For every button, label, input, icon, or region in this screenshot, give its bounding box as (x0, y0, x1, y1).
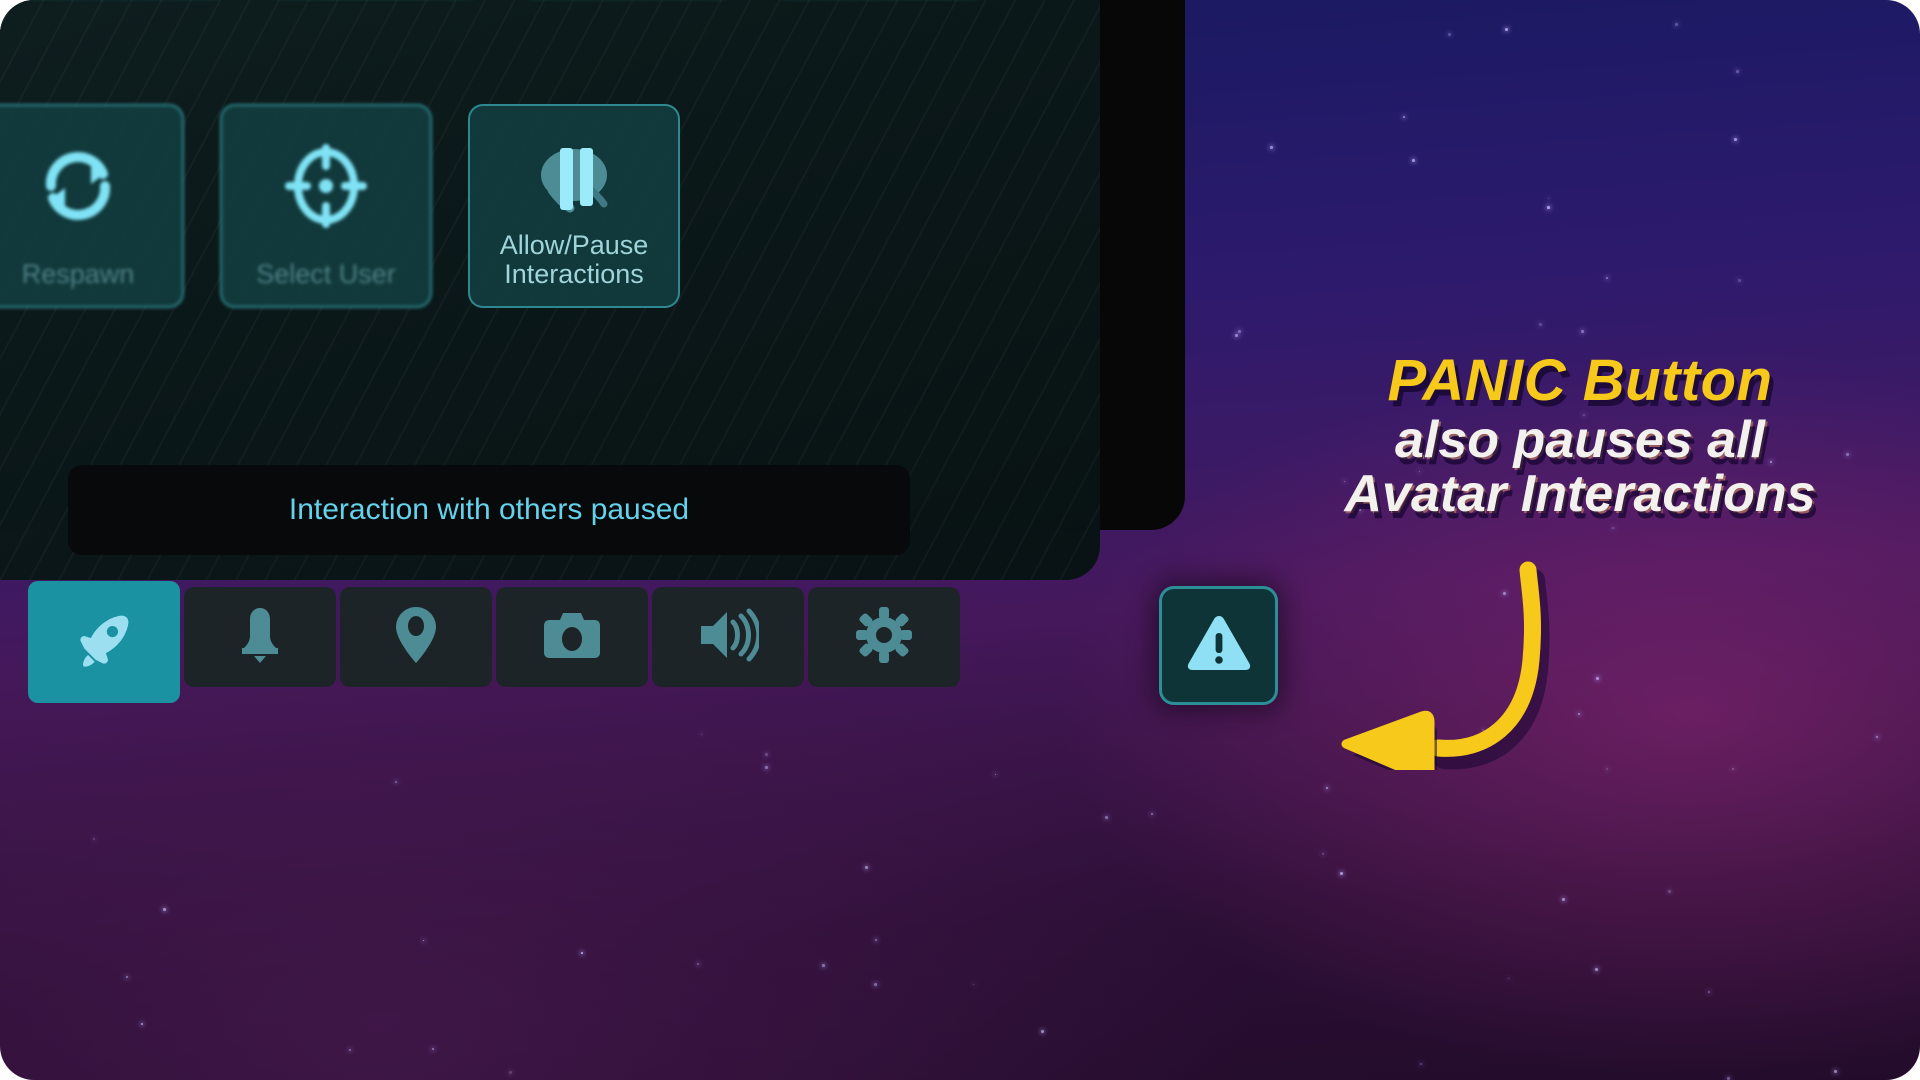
quick-action-label: Respawn (21, 258, 135, 289)
nav-item-volume[interactable] (652, 587, 804, 687)
quick-action-select-user[interactable]: Select User (220, 104, 432, 308)
quick-action-label-line2: Interactions (504, 258, 644, 289)
bell-icon (234, 606, 286, 669)
gear-icon (856, 606, 912, 668)
callout-annotation: PANIC Button also pauses all Avatar Inte… (1260, 348, 1900, 523)
callout-line-2: also pauses all (1395, 411, 1765, 469)
quick-action-label: Allow/Pause Interactions (476, 231, 672, 288)
pause-hand-icon (470, 140, 678, 226)
speaker-icon (697, 608, 762, 667)
target-icon (222, 140, 430, 232)
quick-action-allow-pause-interactions[interactable]: Allow/Pause Interactions (468, 104, 680, 308)
nav-item-camera[interactable] (496, 587, 648, 687)
callout-line-3: Avatar Interactions (1344, 465, 1816, 523)
callout-arrow (1341, 561, 1550, 770)
toast-notification: Interaction with others paused (68, 465, 910, 555)
respawn-icon (0, 140, 182, 232)
location-pin-icon (392, 605, 440, 670)
quick-actions-row: Go Home Respawn (0, 104, 680, 308)
quick-action-label: Select User (256, 258, 396, 289)
bottom-nav-bar (28, 581, 964, 703)
callout-line-1: PANIC Button (1387, 348, 1773, 413)
nav-item-rocket[interactable] (28, 581, 180, 703)
nav-item-notifications[interactable] (184, 587, 336, 687)
quick-action-label-line1: Allow/Pause (499, 230, 649, 261)
toast-message: Interaction with others paused (288, 493, 690, 526)
app-screenshot: Worlds Avatars (0, 0, 1920, 1080)
nav-item-location[interactable] (340, 587, 492, 687)
nav-item-settings[interactable] (808, 587, 960, 687)
rocket-icon (74, 610, 134, 675)
camera-icon (542, 610, 602, 665)
quick-action-respawn[interactable]: Respawn (0, 104, 184, 308)
